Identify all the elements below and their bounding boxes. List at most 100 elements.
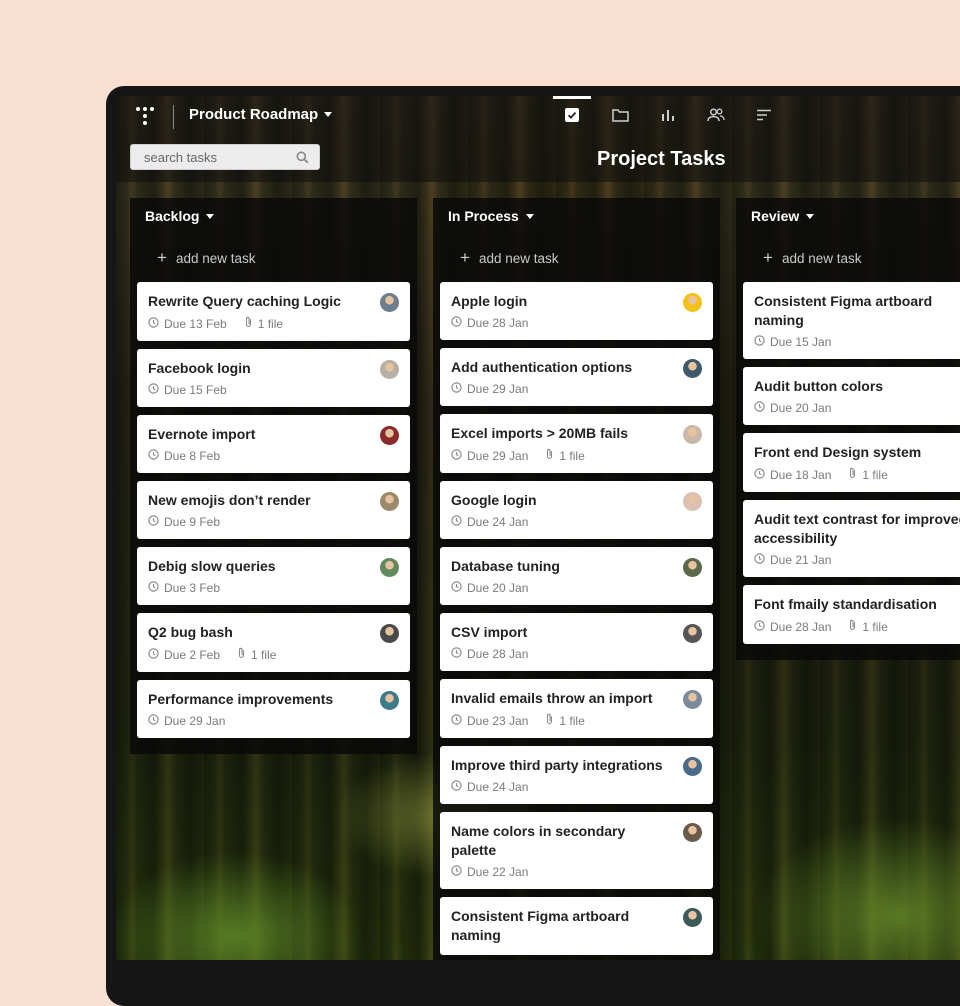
task-meta: Due 18 Jan 1 file: [754, 467, 960, 482]
clock-icon: [148, 714, 159, 728]
task-title: New emojis don’t render: [148, 492, 311, 508]
task-title: Improve third party integrations: [451, 757, 663, 773]
paperclip-icon: [848, 467, 857, 482]
task-card[interactable]: Debig slow queries Due 3 Feb: [137, 547, 410, 605]
assignee-avatar[interactable]: [683, 908, 702, 927]
task-meta: Due 8 Feb: [148, 449, 370, 463]
task-card[interactable]: Add authentication options Due 29 Jan: [440, 348, 713, 406]
column-title: Review: [751, 208, 800, 224]
assignee-avatar[interactable]: [683, 558, 702, 577]
chart-icon[interactable]: [657, 104, 679, 126]
assignee-avatar[interactable]: [380, 558, 399, 577]
task-meta: Due 28 Jan 1 file: [754, 619, 960, 634]
project-switcher[interactable]: Product Roadmap: [189, 106, 333, 123]
assignee-avatar[interactable]: [683, 823, 702, 842]
task-card[interactable]: Font fmaily standardisation Due 28 Jan 1 f…: [743, 585, 960, 644]
assignee-avatar[interactable]: [380, 360, 399, 379]
tasks-icon[interactable]: [553, 96, 591, 126]
assignee-avatar[interactable]: [683, 359, 702, 378]
task-meta: Due 24 Jan: [451, 515, 673, 529]
due-date: Due 21 Jan: [770, 553, 832, 567]
column-header[interactable]: In Process: [433, 198, 720, 234]
task-meta: Due 28 Jan: [451, 316, 673, 330]
file-count: 1 file: [862, 619, 888, 634]
assignee-avatar[interactable]: [380, 492, 399, 511]
assignee-avatar[interactable]: [683, 425, 702, 444]
add-task-button[interactable]: + add new task: [433, 234, 720, 282]
assignee-avatar[interactable]: [380, 624, 399, 643]
task-title: Apple login: [451, 293, 528, 309]
clock-icon: [451, 382, 462, 396]
task-card[interactable]: Google login Due 24 Jan: [440, 481, 713, 539]
add-task-label: add new task: [781, 250, 862, 266]
task-meta: Due 23 Jan 1 file: [451, 713, 673, 728]
task-title: CSV import: [451, 624, 528, 640]
task-title: Excel imports > 20MB fails: [451, 425, 629, 441]
task-card[interactable]: Database tuning Due 20 Jan: [440, 547, 713, 605]
task-card[interactable]: Q2 bug bash Due 2 Feb 1 file: [137, 613, 410, 672]
assignee-avatar[interactable]: [683, 690, 702, 709]
task-card[interactable]: Audit text contrast for improved accessi…: [743, 500, 960, 577]
add-task-button[interactable]: + add new task: [130, 234, 417, 282]
attachment: 1 file: [237, 647, 276, 662]
task-title: Consistent Figma artboard naming: [451, 908, 630, 943]
due-date: Due 23 Jan: [467, 713, 529, 728]
task-meta: Due 22 Jan: [451, 865, 673, 879]
clock-icon: [148, 581, 159, 595]
task-card[interactable]: Invalid emails throw an import Due 23 Jan…: [440, 679, 713, 738]
attachment: 1 file: [545, 713, 585, 728]
clock-icon: [451, 713, 462, 728]
column-review: Review + add new task Consistent Figma a…: [736, 198, 960, 660]
chevron-down-icon: [206, 213, 215, 219]
task-card[interactable]: Audit button colors Due 20 Jan: [743, 367, 960, 425]
task-card[interactable]: New emojis don’t render Due 9 Feb: [137, 481, 410, 539]
task-card[interactable]: Improve third party integrations Due 24 J…: [440, 746, 713, 804]
task-card[interactable]: Apple login Due 28 Jan: [440, 282, 713, 340]
task-meta: Due 15 Jan: [754, 335, 960, 349]
task-title: Audit text contrast for improved accessi…: [754, 511, 960, 546]
due-date: Due 29 Jan: [467, 448, 529, 463]
task-card[interactable]: CSV import Due 28 Jan: [440, 613, 713, 671]
task-title: Q2 bug bash: [148, 624, 233, 640]
task-card[interactable]: Consistent Figma artboard naming: [440, 897, 713, 955]
folder-icon[interactable]: [609, 104, 631, 126]
assignee-avatar[interactable]: [683, 624, 702, 643]
paperclip-icon: [545, 713, 554, 728]
add-task-button[interactable]: + add new task: [736, 234, 960, 282]
due-date: Due 22 Jan: [467, 865, 529, 879]
due-date: Due 24 Jan: [467, 780, 529, 794]
clock-icon: [754, 467, 765, 482]
column-header[interactable]: Review: [736, 198, 960, 234]
sort-icon[interactable]: [753, 104, 775, 126]
assignee-avatar[interactable]: [683, 293, 702, 312]
task-card[interactable]: Name colors in secondary palette Due 22 J…: [440, 812, 713, 889]
assignee-avatar[interactable]: [683, 757, 702, 776]
column-in-process: In Process + add new task Apple login Due…: [433, 198, 720, 960]
plus-icon: +: [157, 248, 167, 267]
task-card[interactable]: Consistent Figma artboard naming Due 15 J…: [743, 282, 960, 359]
column-header[interactable]: Backlog: [130, 198, 417, 234]
task-card[interactable]: Rewrite Query caching Logic Due 13 Feb 1 f…: [137, 282, 410, 341]
search-input[interactable]: [142, 148, 296, 166]
task-title: Consistent Figma artboard naming: [754, 293, 933, 328]
column-title: Backlog: [145, 208, 200, 224]
paperclip-icon: [545, 448, 554, 463]
app-logo-icon[interactable]: [136, 107, 154, 127]
task-card[interactable]: Facebook login Due 15 Feb: [137, 349, 410, 407]
project-name: Product Roadmap: [189, 106, 319, 123]
task-meta: Due 20 Jan: [451, 581, 673, 595]
search-icon[interactable]: [296, 151, 309, 169]
assignee-avatar[interactable]: [683, 492, 702, 511]
paperclip-icon: [848, 619, 857, 634]
assignee-avatar[interactable]: [380, 426, 399, 445]
assignee-avatar[interactable]: [380, 691, 399, 710]
task-title: Audit button colors: [754, 378, 884, 394]
task-card[interactable]: Excel imports > 20MB fails Due 29 Jan 1 fi…: [440, 414, 713, 473]
task-card[interactable]: Front end Design system Due 18 Jan 1 file: [743, 433, 960, 492]
task-card[interactable]: Evernote import Due 8 Feb: [137, 415, 410, 473]
assignee-avatar[interactable]: [380, 293, 399, 312]
task-card[interactable]: Performance improvements Due 29 Jan: [137, 680, 410, 738]
attachment: 1 file: [244, 316, 283, 331]
team-icon[interactable]: [705, 104, 727, 126]
clock-icon: [451, 316, 462, 330]
